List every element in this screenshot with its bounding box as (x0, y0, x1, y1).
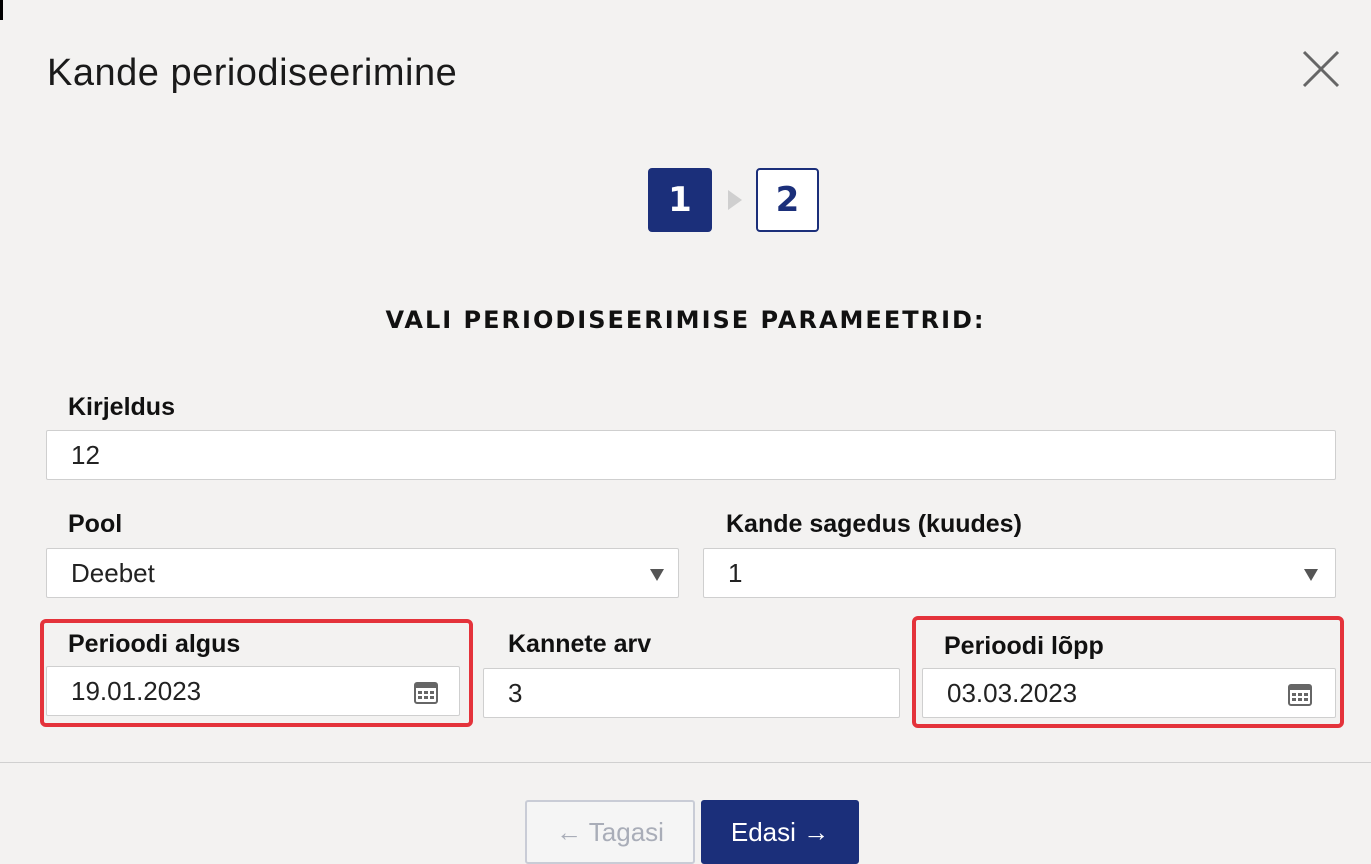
step-1: 1 (648, 168, 712, 232)
pool-value: Deebet (71, 557, 155, 588)
lopp-value: 03.03.2023 (947, 677, 1078, 708)
close-icon (1302, 50, 1340, 88)
calendar-icon[interactable] (1287, 681, 1313, 707)
algus-value: 19.01.2023 (71, 675, 202, 706)
lopp-date-input[interactable]: 03.03.2023 (922, 668, 1336, 718)
kirjeldus-input[interactable]: 12 (46, 430, 1336, 480)
dialog-title: Kande periodiseerimine (47, 52, 458, 94)
kannete-arv-label: Kannete arv (508, 630, 652, 658)
footer-divider (0, 762, 1371, 763)
next-button[interactable]: Edasi → (701, 800, 859, 864)
section-heading: VALI PERIODISEERIMISE PARAMEETRID: (385, 306, 986, 334)
window-edge-marker (0, 0, 3, 20)
kirjeldus-value: 12 (71, 439, 100, 470)
lopp-label: Perioodi lõpp (944, 632, 1104, 660)
kirjeldus-label: Kirjeldus (68, 393, 175, 421)
algus-label: Perioodi algus (68, 630, 241, 658)
step-2: 2 (756, 168, 819, 232)
kannete-arv-input[interactable]: 3 (483, 668, 900, 718)
chevron-down-icon (650, 569, 664, 581)
calendar-icon[interactable] (413, 679, 439, 705)
algus-date-input[interactable]: 19.01.2023 (46, 666, 460, 716)
chevron-down-icon (1304, 569, 1318, 581)
kannete-arv-value: 3 (508, 677, 523, 708)
back-button[interactable]: ← Tagasi (525, 800, 695, 864)
sagedus-value: 1 (728, 557, 743, 588)
sagedus-select[interactable]: 1 (703, 548, 1336, 598)
close-button[interactable] (1296, 44, 1346, 94)
pool-label: Pool (68, 510, 123, 538)
sagedus-label: Kande sagedus (kuudes) (726, 510, 1022, 538)
pool-select[interactable]: Deebet (46, 548, 679, 598)
triangle-right-icon (728, 190, 742, 210)
